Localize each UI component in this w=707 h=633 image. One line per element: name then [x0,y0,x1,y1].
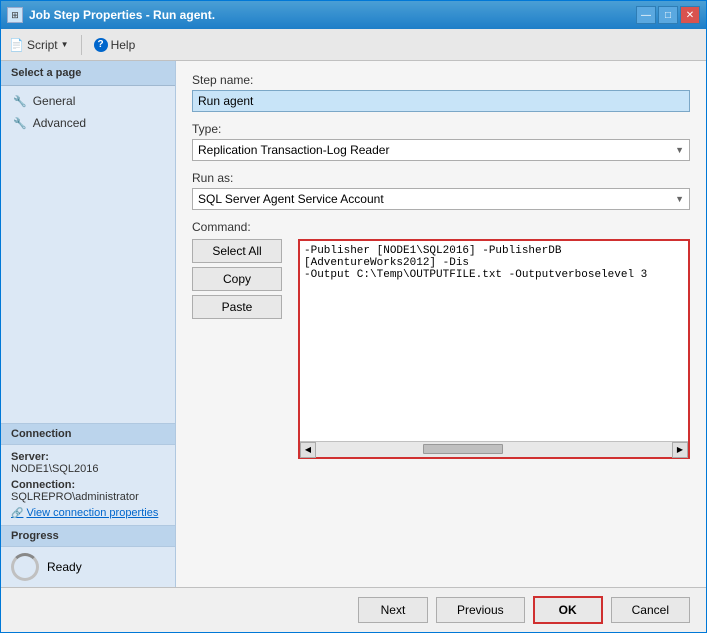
view-connection-properties-link[interactable]: 🔗 View connection properties [11,507,165,519]
sidebar-item-advanced[interactable]: 🔧 Advanced [1,112,175,134]
link-icon: 🔗 [11,508,23,519]
paste-button[interactable]: Paste [192,295,282,319]
select-page-label: Select a page [1,61,175,86]
type-select[interactable]: Replication Transaction-Log Reader [192,139,690,161]
scroll-left-button[interactable]: ◀ [300,442,316,458]
run-as-select-wrapper: SQL Server Agent Service Account [192,188,690,210]
sidebar-item-general[interactable]: 🔧 General [1,90,175,112]
sidebar-item-advanced-label: Advanced [33,116,86,130]
previous-button[interactable]: Previous [436,597,525,623]
progress-content: Ready [1,547,175,587]
general-icon: 🔧 [13,95,27,108]
sidebar-item-general-label: General [33,94,76,108]
server-value: NODE1\SQL2016 [11,463,165,475]
minimize-button[interactable]: — [636,6,656,24]
command-buttons: Select All Copy Paste [192,239,282,319]
maximize-button[interactable]: □ [658,6,678,24]
command-text-container: ◀ ▶ [298,239,690,459]
connection-section-title: Connection [1,423,175,445]
advanced-icon: 🔧 [13,117,27,130]
step-name-group: Step name: [192,73,690,112]
command-row: Select All Copy Paste ◀ ▶ [192,239,690,459]
command-textarea[interactable] [300,241,688,441]
run-as-group: Run as: SQL Server Agent Service Account [192,171,690,210]
close-button[interactable]: ✕ [680,6,700,24]
cancel-button[interactable]: Cancel [611,597,690,623]
form-area: Step name: Type: Replication Transaction… [176,61,706,587]
toolbar: 📄 Script ▼ ? Help [1,29,706,61]
progress-status: Ready [47,560,82,574]
title-buttons: — □ ✕ [636,6,700,24]
run-as-label: Run as: [192,171,690,185]
connection-label: Connection: [11,479,165,491]
command-group: Command: Select All Copy Paste ◀ [192,220,690,459]
help-icon: ? [94,38,108,52]
script-menu[interactable]: 📄 Script ▼ [9,38,69,52]
sidebar: Select a page 🔧 General 🔧 Advanced Conne… [1,61,176,587]
ok-button[interactable]: OK [533,596,603,624]
help-menu[interactable]: ? Help [94,38,136,52]
step-name-input[interactable] [192,90,690,112]
select-all-button[interactable]: Select All [192,239,282,263]
run-as-select[interactable]: SQL Server Agent Service Account [192,188,690,210]
type-group: Type: Replication Transaction-Log Reader [192,122,690,161]
script-label: Script [27,38,58,52]
server-label: Server: [11,451,165,463]
window-title: Job Step Properties - Run agent. [29,8,215,22]
main-content: Select a page 🔧 General 🔧 Advanced Conne… [1,61,706,587]
horizontal-scrollbar[interactable]: ◀ ▶ [300,441,688,457]
type-label: Type: [192,122,690,136]
type-select-wrapper: Replication Transaction-Log Reader [192,139,690,161]
copy-button[interactable]: Copy [192,267,282,291]
scroll-track[interactable] [316,442,672,457]
sidebar-items: 🔧 General 🔧 Advanced [1,86,175,423]
connection-value: SQLREPRO\administrator [11,491,165,503]
title-bar: ⊞ Job Step Properties - Run agent. — □ ✕ [1,1,706,29]
script-icon: 📄 [9,38,24,52]
script-arrow-icon: ▼ [61,40,69,49]
progress-spinner [11,553,39,581]
scroll-thumb[interactable] [423,444,503,454]
scroll-right-button[interactable]: ▶ [672,442,688,458]
view-link-text: View connection properties [26,507,158,519]
connection-content: Server: NODE1\SQL2016 Connection: SQLREP… [1,445,175,525]
toolbar-separator [81,35,82,55]
command-label: Command: [192,220,690,234]
footer: Next Previous OK Cancel [1,587,706,632]
window-icon: ⊞ [7,7,23,23]
next-button[interactable]: Next [358,597,428,623]
main-window: ⊞ Job Step Properties - Run agent. — □ ✕… [0,0,707,633]
progress-section-title: Progress [1,525,175,547]
help-label: Help [111,38,136,52]
step-name-label: Step name: [192,73,690,87]
title-bar-left: ⊞ Job Step Properties - Run agent. [7,7,215,23]
